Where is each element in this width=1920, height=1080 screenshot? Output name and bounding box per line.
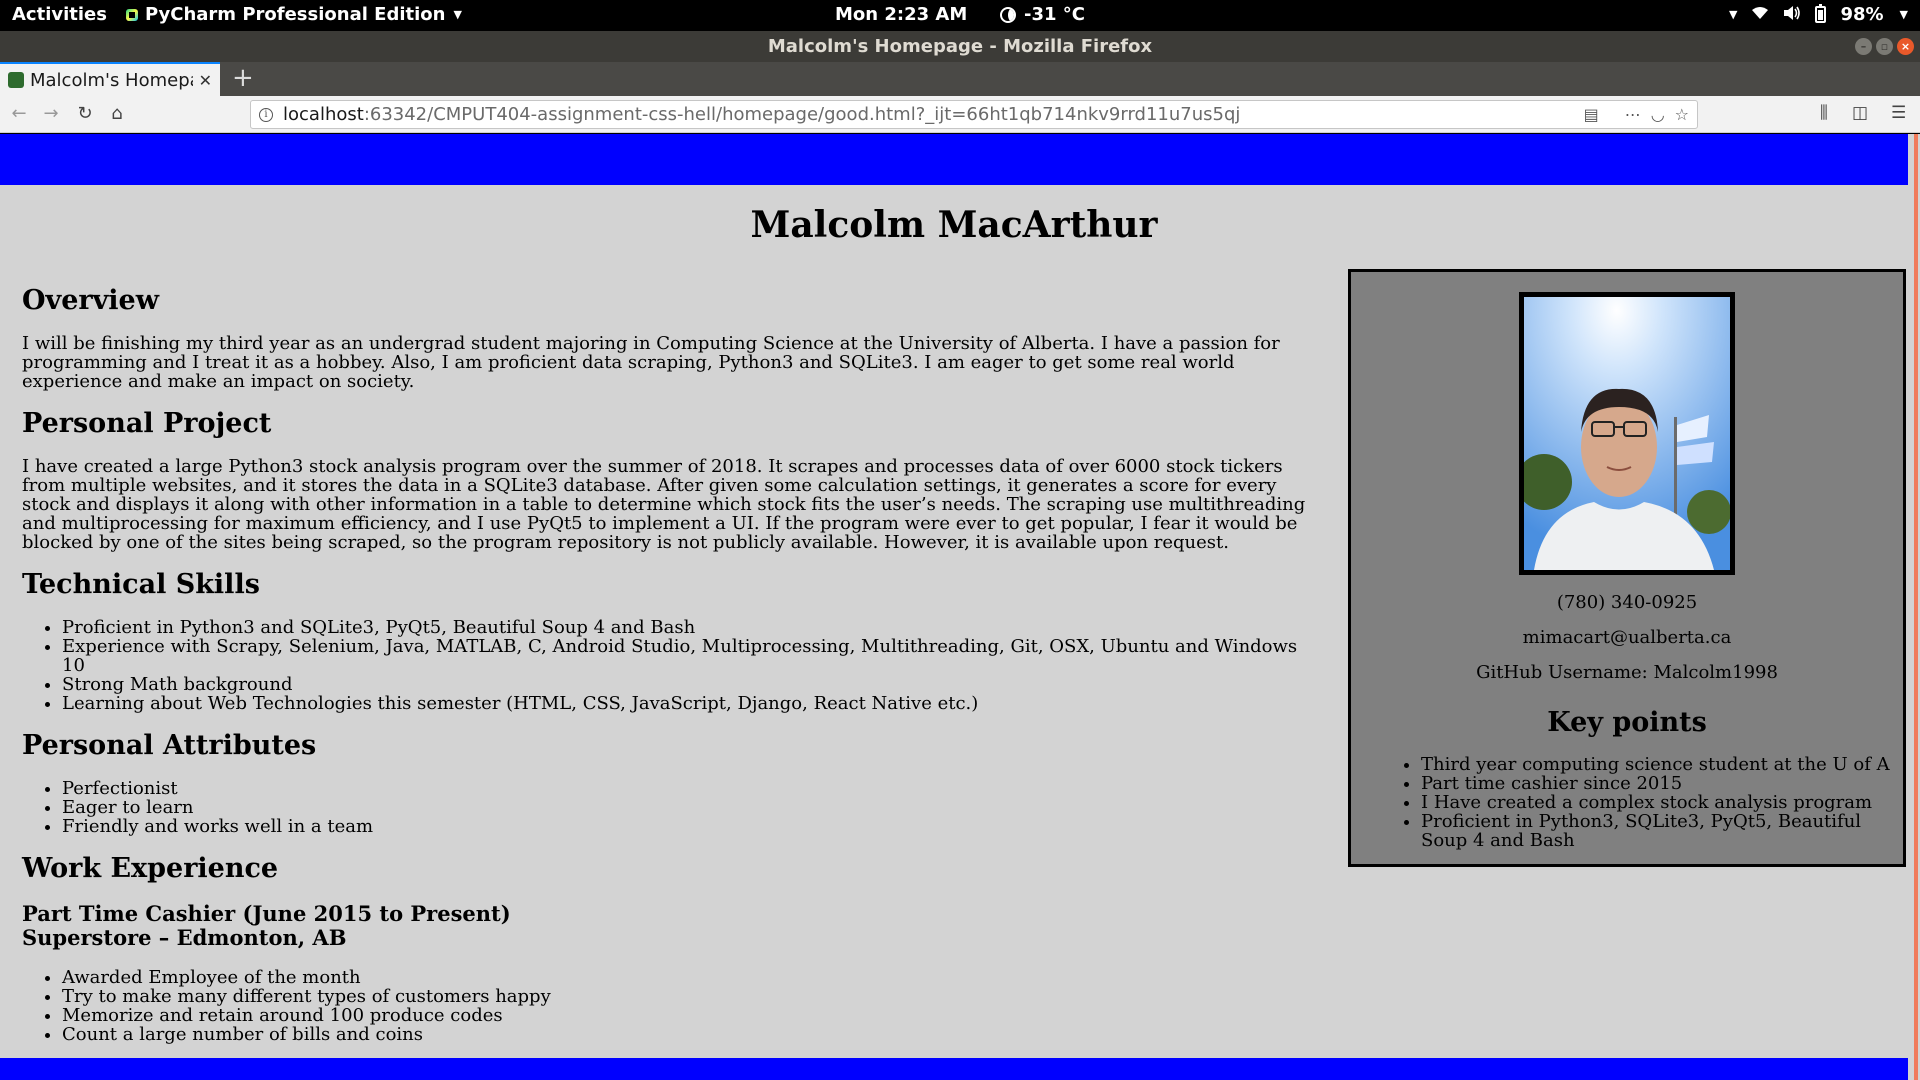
info-icon[interactable]: i <box>259 107 273 122</box>
url-path: :63342/CMPUT404-assignment-css-hell/home… <box>363 104 1241 125</box>
list-item: Third year computing science student at … <box>1421 755 1891 774</box>
close-tab-icon[interactable]: ✕ <box>199 71 212 90</box>
moon-icon <box>1000 6 1016 23</box>
window-title-bar[interactable]: Malcolm's Homepage - Mozilla Firefox – ▫… <box>0 31 1920 62</box>
sidebar-toggle-icon[interactable]: ◫ <box>1852 103 1868 123</box>
clock[interactable]: Mon 2:23 AM <box>835 4 967 25</box>
list-item: Strong Math background <box>62 675 1322 694</box>
list-item: I Have created a complex stock analysis … <box>1421 793 1891 812</box>
pocket-icon[interactable]: ◡ <box>1651 105 1665 124</box>
activities-button[interactable]: Activities <box>12 4 107 25</box>
list-item: Awarded Employee of the month <box>62 968 1322 987</box>
list-item: Eager to learn <box>62 798 1322 817</box>
key-points-list: Third year computing science student at … <box>1401 755 1891 850</box>
main-content: Overview I will be finishing my third ye… <box>22 286 1322 1062</box>
volume-icon <box>1783 5 1801 25</box>
back-arrow-icon[interactable]: ← <box>8 103 30 125</box>
bookmark-star-icon[interactable]: ☆ <box>1675 105 1689 124</box>
job-heading: Part Time Cashier (June 2015 to Present)… <box>22 902 1322 950</box>
list-item: Learning about Web Technologies this sem… <box>62 694 1322 713</box>
email-address: mimacart@ualberta.ca <box>1522 627 1732 648</box>
window-title: Malcolm's Homepage - Mozilla Firefox <box>767 36 1153 57</box>
reload-icon[interactable]: ↻ <box>74 103 96 125</box>
library-icon[interactable]: ⫼ <box>1820 103 1828 123</box>
app-menu[interactable]: PyCharm Professional Edition ▼ <box>125 4 462 25</box>
caret-down-icon: ▼ <box>453 8 462 21</box>
page-viewport[interactable]: Malcolm MacArthur Overview I will be fin… <box>0 134 1908 1080</box>
profile-photo <box>1519 292 1735 575</box>
hamburger-menu-icon[interactable]: ☰ <box>1891 103 1906 123</box>
url-text[interactable]: localhost:63342/CMPUT404-assignment-css-… <box>283 104 1574 125</box>
forward-arrow-icon[interactable]: → <box>40 103 62 125</box>
list-item: Memorize and retain around 100 produce c… <box>62 1006 1322 1025</box>
reader-view-icon[interactable]: ▤ <box>1584 105 1599 124</box>
page-actions-icon[interactable]: ⋯ <box>1625 105 1641 124</box>
weather-indicator[interactable]: -31 °C <box>1000 4 1085 25</box>
list-item: Perfectionist <box>62 779 1322 798</box>
tab-title: Malcolm's Homepage <box>30 69 193 91</box>
list-item: Proficient in Python3 and SQLite3, PyQt5… <box>62 618 1322 637</box>
caret-down-icon: ▼ <box>1899 8 1908 21</box>
home-icon[interactable]: ⌂ <box>106 103 128 125</box>
pycharm-icon <box>125 7 139 23</box>
skills-heading: Technical Skills <box>22 569 260 600</box>
page-title: Malcolm MacArthur <box>750 204 1158 246</box>
new-tab-button[interactable]: + <box>232 64 254 92</box>
battery-percent: 98% <box>1840 4 1884 25</box>
favicon-icon <box>8 72 24 88</box>
maximize-button[interactable]: ▫ <box>1876 38 1893 55</box>
footer-band <box>0 1058 1908 1080</box>
dropdown-caret-icon[interactable]: ▼ <box>1729 8 1737 21</box>
list-item: Count a large number of bills and coins <box>62 1025 1322 1044</box>
list-item: Proficient in Python3, SQLite3, PyQt5, B… <box>1421 812 1891 850</box>
attributes-list: Perfectionist Eager to learn Friendly an… <box>22 779 1322 836</box>
list-item: Friendly and works well in a team <box>62 817 1322 836</box>
battery-icon <box>1815 4 1827 23</box>
minimize-button[interactable]: – <box>1855 38 1872 55</box>
profile-sidebar: (780) 340-0925 mimacart@ualberta.ca GitH… <box>1348 269 1906 867</box>
skills-list: Proficient in Python3 and SQLite3, PyQt5… <box>22 618 1322 713</box>
system-top-bar: Activities PyCharm Professional Edition … <box>0 0 1920 31</box>
job-title: Part Time Cashier (June 2015 to Present) <box>22 901 511 926</box>
overview-heading: Overview <box>22 285 159 316</box>
wifi-icon <box>1751 6 1769 24</box>
attributes-heading: Personal Attributes <box>22 730 317 761</box>
work-list: Awarded Employee of the month Try to mak… <box>22 968 1322 1044</box>
overview-text: I will be finishing my third year as an … <box>22 333 1280 392</box>
list-item: Experience with Scrapy, Selenium, Java, … <box>62 637 1322 675</box>
close-window-button[interactable]: × <box>1897 38 1914 55</box>
github-username: GitHub Username: Malcolm1998 <box>1476 662 1778 683</box>
app-menu-label: PyCharm Professional Edition <box>145 4 446 25</box>
work-heading: Work Experience <box>22 853 279 884</box>
browser-tab[interactable]: Malcolm's Homepage ✕ <box>0 62 220 96</box>
system-menu[interactable]: ▼ 98% ▼ <box>1729 4 1908 25</box>
list-item: Part time cashier since 2015 <box>1421 774 1891 793</box>
url-bar[interactable]: i localhost:63342/CMPUT404-assignment-cs… <box>250 100 1698 129</box>
project-text: I have created a large Python3 stock ana… <box>22 456 1306 553</box>
job-place: Superstore – Edmonton, AB <box>22 925 347 950</box>
temperature: -31 °C <box>1024 4 1085 25</box>
key-points-heading: Key points <box>1547 707 1707 738</box>
header-band <box>0 134 1908 185</box>
phone-number: (780) 340-0925 <box>1556 592 1698 613</box>
page-scrollbar[interactable] <box>1908 134 1920 1080</box>
url-host: localhost <box>283 104 364 125</box>
navigation-bar: ← → ↻ ⌂ i localhost:63342/CMPUT404-assig… <box>0 96 1920 133</box>
tab-strip: Malcolm's Homepage ✕ + <box>0 62 1920 96</box>
list-item: Try to make many different types of cust… <box>62 987 1322 1006</box>
project-heading: Personal Project <box>22 408 272 439</box>
